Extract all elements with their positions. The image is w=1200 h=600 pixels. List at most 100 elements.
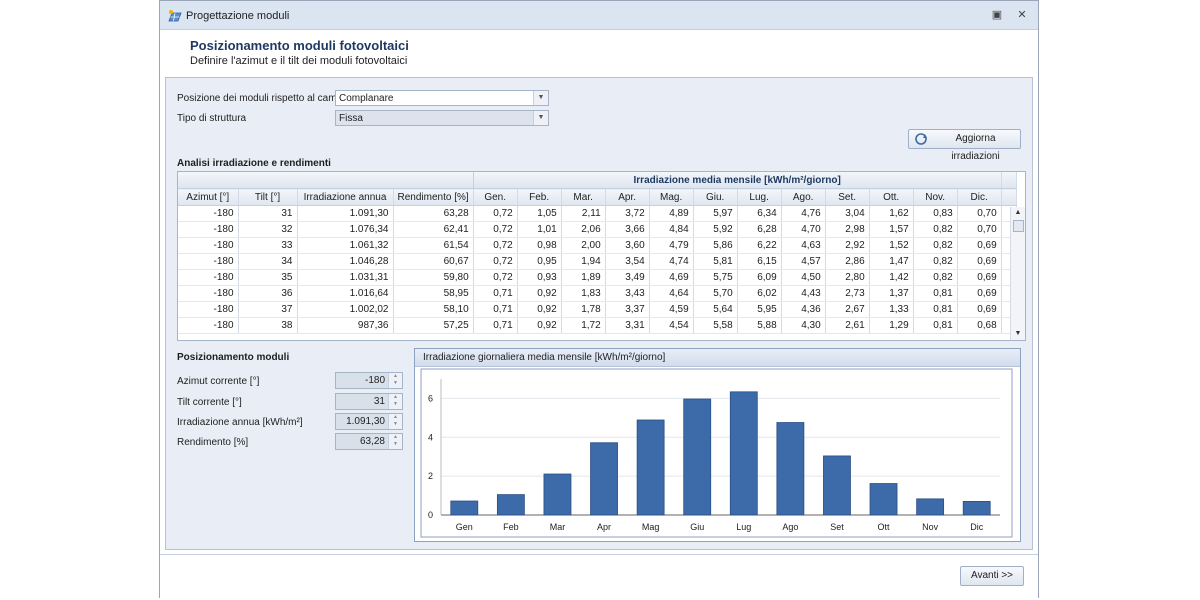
scroll-up-icon[interactable]: ▲ <box>1011 207 1025 219</box>
table-cell: 2,11 <box>561 205 606 222</box>
table-cell: 4,54 <box>649 317 694 334</box>
table-cell: 1,62 <box>869 205 914 222</box>
table-cell: 5,81 <box>693 253 738 270</box>
column-header[interactable]: Ott. <box>869 188 914 206</box>
table-cell: 57,25 <box>393 317 474 334</box>
column-header[interactable]: Apr. <box>605 188 650 206</box>
column-header[interactable]: Mag. <box>649 188 694 206</box>
tilt-value: 31 <box>373 396 385 407</box>
table-cell: 6,09 <box>737 269 782 286</box>
page-subtitle: Definire l'azimut e il tilt dei moduli f… <box>190 55 408 67</box>
bar-ago <box>776 422 805 516</box>
bar-feb <box>496 494 525 516</box>
azimut-spinner[interactable]: -180 ▲ ▼ <box>335 372 403 389</box>
table-cell: 4,89 <box>649 205 694 222</box>
table-scrollbar[interactable]: ▲ ▼ <box>1010 207 1025 340</box>
bar-set <box>823 455 851 516</box>
column-header[interactable]: Tilt [°] <box>238 188 298 206</box>
table-cell: 6,28 <box>737 221 782 238</box>
header-spacer <box>1001 172 1017 189</box>
table-cell: 1,94 <box>561 253 606 270</box>
refresh-icon <box>915 133 927 145</box>
bar-dic <box>962 500 991 516</box>
spin-arrows-icon[interactable]: ▲ ▼ <box>388 434 402 449</box>
column-header[interactable]: Mar. <box>561 188 606 206</box>
table-row[interactable]: -180 34 1.046,28 60,67 0,72 0,95 1,94 3,54 4,74 5… <box>178 253 1017 270</box>
column-header[interactable]: Nov. <box>913 188 958 206</box>
chevron-down-icon[interactable]: ▼ <box>533 91 548 105</box>
table-cell: 0,82 <box>913 221 958 238</box>
spin-arrows-icon[interactable]: ▲ ▼ <box>388 373 402 388</box>
column-header[interactable]: Set. <box>825 188 870 206</box>
irradiazione-spinner[interactable]: 1.091,30 ▲ ▼ <box>335 413 403 430</box>
table-cell: 2,98 <box>825 221 870 238</box>
irradiation-table[interactable]: Irradiazione media mensile [kWh/m²/giorn… <box>177 171 1026 341</box>
table-cell: 1,47 <box>869 253 914 270</box>
tipo-combo[interactable]: Fissa ▼ <box>335 110 549 126</box>
table-row[interactable]: -180 38 987,36 57,25 0,71 0,92 1,72 3,31 4,54 5,5… <box>178 317 1017 334</box>
table-cell: 1,72 <box>561 317 606 334</box>
table-row[interactable]: -180 32 1.076,34 62,41 0,72 1,01 2,06 3,66 4,84 5… <box>178 221 1017 238</box>
table-cell: 0,72 <box>473 205 518 222</box>
table-cell: 0,68 <box>957 317 1002 334</box>
table-cell: 0,72 <box>473 221 518 238</box>
table-cell: 3,66 <box>605 221 650 238</box>
x-tick-label: Gen <box>456 522 473 532</box>
spin-arrows-icon[interactable]: ▲ ▼ <box>388 394 402 409</box>
scroll-thumb[interactable] <box>1013 220 1024 232</box>
table-cell: 5,95 <box>737 301 782 318</box>
monthly-irradiation-chart: 0 2 4 6 Gen Feb Mar Apr Mag Giu Lug Ago Set Ott Nov Dic <box>420 368 1013 538</box>
table-cell: 3,60 <box>605 237 650 254</box>
column-header[interactable]: Rendimento [%] <box>393 188 474 206</box>
table-cell: 0,92 <box>517 301 562 318</box>
tilt-label: Tilt corrente [°] <box>177 397 242 408</box>
tipo-value: Fissa <box>339 113 363 124</box>
table-cell: 31 <box>238 205 298 222</box>
table-row[interactable]: -180 33 1.061,32 61,54 0,72 0,98 2,00 3,60 4,79 5… <box>178 237 1017 254</box>
table-row[interactable]: -180 36 1.016,64 58,95 0,71 0,92 1,83 3,43 4,64 5… <box>178 285 1017 302</box>
column-header[interactable]: Lug. <box>737 188 782 206</box>
table-cell: -180 <box>178 269 239 286</box>
bar-gen <box>450 500 479 516</box>
aggiorna-label: Aggiorna irradiazioni <box>951 133 1000 162</box>
column-header[interactable]: Gen. <box>473 188 518 206</box>
spin-arrows-icon[interactable]: ▲ ▼ <box>388 414 402 429</box>
table-cell: 59,80 <box>393 269 474 286</box>
table-row[interactable]: -180 37 1.002,02 58,10 0,71 0,92 1,78 3,37 4,59 5… <box>178 301 1017 318</box>
posizione-label: Posizione dei moduli rispetto al campo <box>177 93 348 104</box>
x-tick-label: Mar <box>550 522 566 532</box>
x-tick-label: Apr <box>597 522 611 532</box>
table-cell: 0,92 <box>517 285 562 302</box>
table-cell: 6,34 <box>737 205 782 222</box>
table-cell: 35 <box>238 269 298 286</box>
column-header[interactable]: Azimut [°] <box>178 188 239 206</box>
table-row[interactable]: -180 31 1.091,30 63,28 0,72 1,05 2,11 3,72 4,89 5… <box>178 205 1017 222</box>
chevron-down-icon[interactable]: ▼ <box>533 111 548 125</box>
column-header[interactable]: Feb. <box>517 188 562 206</box>
scroll-down-icon[interactable]: ▼ <box>1011 328 1025 340</box>
content-panel: Posizione dei moduli rispetto al campo C… <box>165 77 1033 550</box>
table-cell: 0,92 <box>517 317 562 334</box>
table-row[interactable]: -180 35 1.031,31 59,80 0,72 0,93 1,89 3,49 4,69 5… <box>178 269 1017 286</box>
table-cell: 0,69 <box>957 285 1002 302</box>
aggiorna-irradiazioni-button[interactable]: Aggiorna irradiazioni <box>908 129 1021 162</box>
column-header[interactable]: Dic. <box>957 188 1002 206</box>
table-cell: 2,06 <box>561 221 606 238</box>
table-cell: 0,82 <box>913 269 958 286</box>
table-cell: 0,69 <box>957 253 1002 270</box>
x-tick-label: Lug <box>736 522 751 532</box>
rendimento-spinner[interactable]: 63,28 ▲ ▼ <box>335 433 403 450</box>
column-header[interactable]: Irradiazione annua <box>297 188 394 206</box>
table-cell: 2,92 <box>825 237 870 254</box>
y-tick-label: 4 <box>428 432 433 442</box>
avanti-button[interactable]: Avanti >> <box>960 566 1024 586</box>
table-cell: 0,83 <box>913 205 958 222</box>
posizione-combo[interactable]: Complanare ▼ <box>335 90 549 106</box>
tilt-spinner[interactable]: 31 ▲ ▼ <box>335 393 403 410</box>
close-icon[interactable]: ✕ <box>1015 8 1029 22</box>
column-header[interactable]: Giu. <box>693 188 738 206</box>
table-cell: 3,72 <box>605 205 650 222</box>
column-header[interactable]: Ago. <box>781 188 826 206</box>
table-cell: 3,31 <box>605 317 650 334</box>
restore-icon[interactable]: ▣ <box>990 8 1004 22</box>
